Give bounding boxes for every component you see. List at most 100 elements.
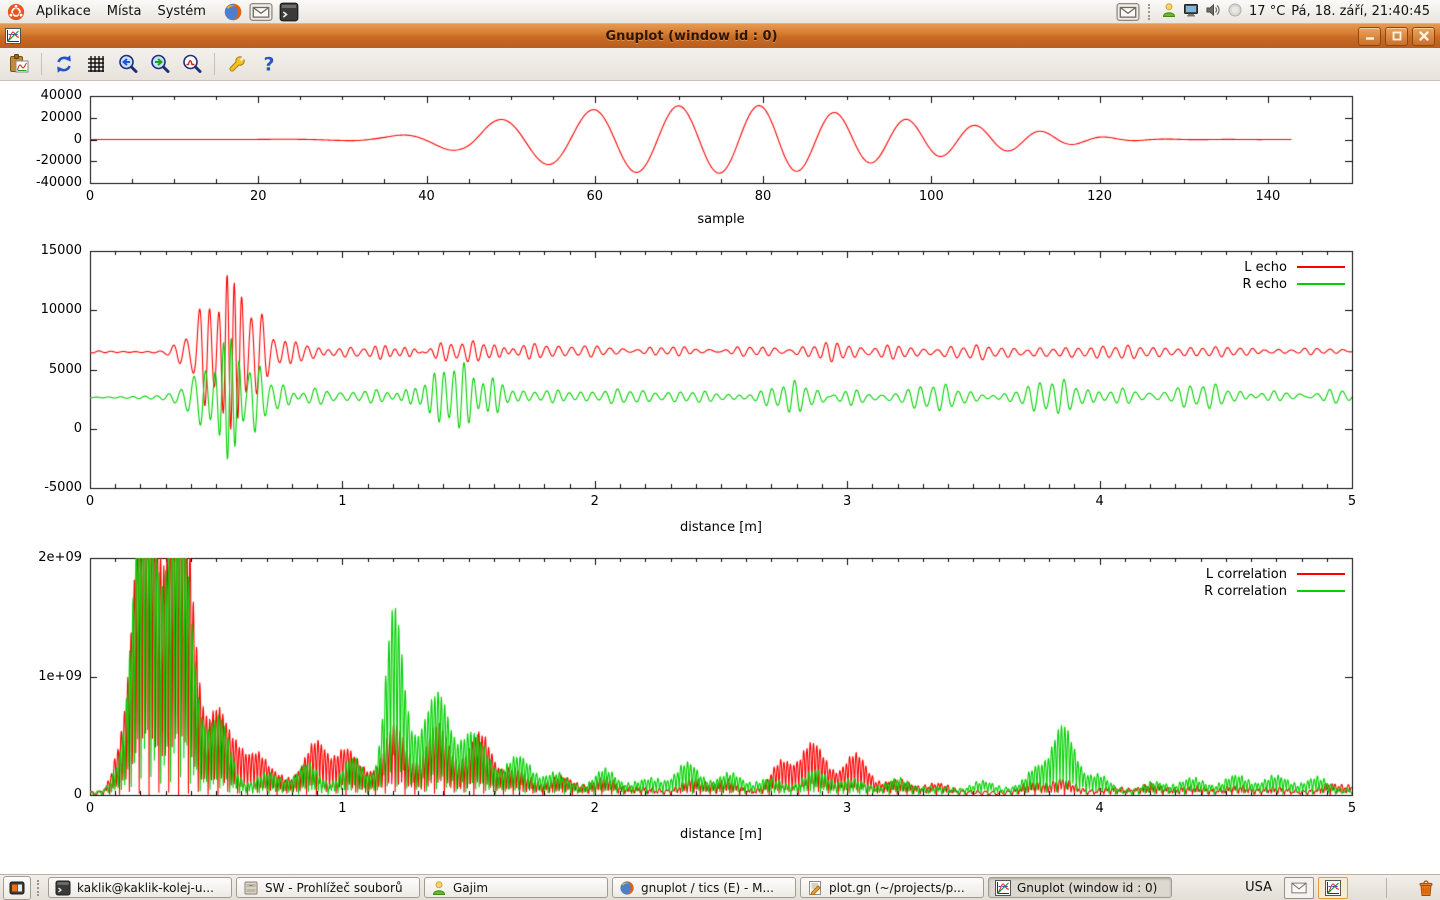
legend-line-sample	[1297, 573, 1345, 575]
chart-2-y-tick-label: 1e+09	[4, 669, 82, 684]
taskbar-button-label: SW - Prohlížeč souborů	[265, 881, 403, 895]
chart-1-y-tick-label: -5000	[4, 480, 82, 495]
notification-area	[1284, 877, 1348, 899]
menu-1[interactable]: Místa	[99, 2, 150, 21]
menu-2[interactable]: Systém	[149, 2, 213, 21]
taskbar-button-1[interactable]: SW - Prohlížeč souborů	[236, 877, 420, 898]
chart-0-x-tick-label: 100	[919, 189, 944, 204]
taskbar-button-3[interactable]: gnuplot / tics (E) - M...	[612, 877, 796, 898]
ubuntu-menu-button[interactable]	[7, 3, 25, 21]
gnuplot-icon	[1325, 880, 1341, 896]
chart-0-x-tick-label: 40	[418, 189, 435, 204]
zoom-previous-icon	[117, 53, 139, 75]
ubuntu-logo-icon	[7, 3, 25, 21]
chart-0-x-tick-label: 120	[1087, 189, 1112, 204]
tray-icons	[1161, 2, 1243, 22]
taskbar-separator	[1386, 878, 1387, 898]
taskbar-button-2[interactable]: Gajim	[424, 877, 608, 898]
trash-icon[interactable]	[1417, 879, 1435, 897]
window-titlebar[interactable]: Gnuplot (window id : 0)	[0, 24, 1440, 48]
settings-button[interactable]	[224, 51, 250, 77]
weather-temperature[interactable]: 17 °C	[1249, 4, 1285, 19]
text-editor-icon	[807, 880, 823, 896]
display-tray-item[interactable]	[1183, 2, 1199, 22]
volume-tray-item[interactable]	[1205, 2, 1221, 22]
zoom-next-button[interactable]	[147, 51, 173, 77]
chart-0-y-tick-label: 40000	[4, 88, 82, 103]
terminal-launcher[interactable]	[279, 2, 299, 22]
grid-icon	[85, 53, 107, 75]
firefox-icon	[223, 2, 243, 22]
taskbar-button-label: Gajim	[453, 881, 488, 895]
chart-1-y-tick-label: 15000	[4, 243, 82, 258]
panel-clock[interactable]: Pá, 18. září, 21:40:45	[1291, 4, 1430, 19]
copy-plot-button[interactable]	[6, 51, 32, 77]
mail-notification-icon[interactable]	[1116, 3, 1140, 21]
chart-0-y-tick-label: -40000	[4, 175, 82, 190]
settings-icon	[226, 53, 248, 75]
window-buttons	[1358, 27, 1435, 46]
menu-0[interactable]: Aplikace	[28, 2, 99, 21]
weather-tray-item[interactable]	[1227, 2, 1243, 22]
chart-0-xlabel: sample	[697, 212, 744, 227]
window-minimize-button[interactable]	[1358, 27, 1381, 46]
window-minimize-icon	[1362, 28, 1378, 44]
chart-0-y-tick-label: 20000	[4, 110, 82, 125]
terminal-icon	[55, 880, 71, 896]
terminal-icon	[279, 2, 299, 22]
taskbar-button-label: plot.gn (~/projects/p...	[829, 881, 965, 895]
unzoom-button[interactable]	[179, 51, 205, 77]
chart-1-legend-row: L echo	[1244, 259, 1345, 275]
chart-2: 01234501e+092e+09distance [m]L correlati…	[0, 550, 1440, 854]
gnuplot-icon	[995, 880, 1011, 896]
menu-items: AplikaceMístaSystém	[28, 2, 214, 21]
unzoom-icon	[181, 53, 203, 75]
window-close-button[interactable]	[1412, 27, 1435, 46]
gnuplot-toolbar: ?	[0, 48, 1440, 81]
chart-0-x-tick-label: 140	[1255, 189, 1280, 204]
chart-2-x-tick-label: 4	[1095, 801, 1103, 816]
chart-2-legend-row: L correlation	[1206, 566, 1345, 582]
firefox-launcher[interactable]	[223, 2, 243, 22]
user-icon	[431, 880, 447, 896]
refresh-button[interactable]	[51, 51, 77, 77]
show-desktop-button[interactable]	[3, 876, 31, 900]
chart-1-x-tick-label: 1	[338, 494, 346, 509]
chart-1-y-tick-label: 0	[4, 421, 82, 436]
gnuplot-tray-button[interactable]	[1318, 877, 1348, 899]
taskbar-button-4[interactable]: plot.gn (~/projects/p...	[800, 877, 984, 898]
legend-line-sample	[1297, 266, 1345, 268]
top-panel: AplikaceMístaSystém 17 °C Pá, 18. září, …	[0, 0, 1440, 24]
bottom-panel: kaklik@kaklik-kolej-u... SW - Prohlížeč s…	[0, 874, 1440, 900]
grid-button[interactable]	[83, 51, 109, 77]
copy-plot-icon	[8, 53, 30, 75]
tray-grip[interactable]	[1148, 4, 1153, 20]
chart-0-x-tick-label: 60	[587, 189, 604, 204]
chart-2-y-tick-label: 2e+09	[4, 550, 82, 565]
taskbar-button-0[interactable]: kaklik@kaklik-kolej-u...	[48, 877, 232, 898]
user-tray-item[interactable]	[1161, 2, 1177, 22]
chart-0: 020406080100120140-40000-200000200004000…	[0, 88, 1440, 240]
taskbar-button-label: kaklik@kaklik-kolej-u...	[77, 881, 214, 895]
chart-1-plot[interactable]	[0, 243, 1440, 547]
envelope-tray-button[interactable]	[1284, 877, 1314, 899]
panel-launchers	[220, 2, 302, 22]
keyboard-layout-indicator[interactable]: USA	[1245, 880, 1272, 895]
chart-0-y-tick-label: -20000	[4, 153, 82, 168]
chart-2-y-tick-label: 0	[4, 787, 82, 802]
chart-1-x-tick-label: 5	[1348, 494, 1356, 509]
chart-1-legend-row: R echo	[1242, 276, 1345, 292]
gnuplot-canvas: 020406080100120140-40000-200000200004000…	[0, 81, 1440, 874]
window-maximize-button[interactable]	[1385, 27, 1408, 46]
show-desktop-icon	[9, 880, 25, 896]
file-manager-icon	[243, 880, 259, 896]
taskbar-button-5[interactable]: Gnuplot (window id : 0)	[988, 877, 1172, 898]
mail-launcher[interactable]	[249, 3, 273, 21]
zoom-previous-button[interactable]	[115, 51, 141, 77]
help-button[interactable]: ?	[256, 51, 282, 77]
weather-icon	[1227, 2, 1243, 18]
taskbar-grip[interactable]	[37, 880, 42, 896]
taskbar-button-label: Gnuplot (window id : 0)	[1017, 881, 1157, 895]
user-icon	[1161, 2, 1177, 18]
taskbar-buttons: kaklik@kaklik-kolej-u... SW - Prohlížeč s…	[48, 877, 1172, 898]
